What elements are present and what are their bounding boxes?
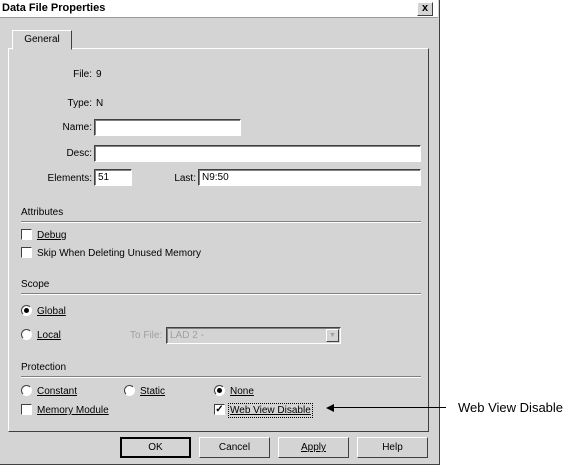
none-radio[interactable]: [214, 385, 225, 396]
title-bar[interactable]: Data File Properties x: [0, 0, 438, 18]
desc-input[interactable]: [94, 145, 421, 162]
protection-divider: [21, 376, 421, 378]
last-input[interactable]: [198, 169, 421, 186]
elements-input[interactable]: [94, 169, 132, 186]
debug-checkbox[interactable]: [21, 229, 32, 240]
apply-button[interactable]: Apply: [278, 437, 349, 458]
chevron-down-icon[interactable]: ▼: [326, 329, 339, 342]
scope-heading: Scope: [21, 279, 50, 290]
callout-label: Web View Disable: [458, 400, 564, 415]
tab-general[interactable]: General: [12, 30, 72, 50]
debug-label[interactable]: Debug: [37, 230, 66, 241]
web-view-disable-checkbox[interactable]: ✓: [214, 404, 225, 415]
name-input[interactable]: [94, 119, 241, 136]
type-label: Type:: [67, 98, 92, 109]
to-file-label: To File:: [130, 330, 163, 341]
help-button[interactable]: Help: [357, 437, 428, 458]
static-radio[interactable]: [124, 385, 135, 396]
scope-divider: [21, 293, 421, 295]
global-label[interactable]: Global: [37, 306, 66, 317]
name-label: Name:: [62, 122, 92, 133]
callout-arrow-icon: [326, 404, 334, 412]
ok-button[interactable]: OK: [120, 437, 191, 458]
memory-module-label[interactable]: Memory Module: [37, 405, 109, 416]
memory-module-checkbox[interactable]: [21, 404, 32, 415]
web-view-disable-label[interactable]: Web View Disable: [228, 403, 313, 418]
desc-label: Desc:: [66, 148, 92, 159]
to-file-dropdown[interactable]: LAD 2 - ▼: [166, 327, 341, 344]
global-radio[interactable]: [21, 305, 32, 316]
local-radio[interactable]: [21, 329, 32, 340]
attributes-heading: Attributes: [21, 207, 64, 218]
cancel-button[interactable]: Cancel: [199, 437, 270, 458]
callout-line: [330, 407, 446, 408]
local-label[interactable]: Local: [37, 330, 61, 341]
constant-label[interactable]: Constant: [37, 386, 77, 397]
last-label: Last:: [174, 173, 196, 184]
skip-unused-label[interactable]: Skip When Deleting Unused Memory: [37, 248, 201, 259]
to-file-value: LAD 2 -: [170, 330, 204, 341]
close-button[interactable]: x: [417, 2, 433, 16]
type-value: N: [96, 98, 104, 109]
data-file-properties-dialog: Data File Properties x General File: 9 T…: [0, 0, 440, 465]
none-label[interactable]: None: [230, 386, 254, 397]
attributes-divider: [21, 221, 421, 223]
protection-heading: Protection: [21, 362, 67, 373]
file-label: File:: [73, 69, 92, 80]
constant-radio[interactable]: [21, 385, 32, 396]
elements-label: Elements:: [47, 173, 92, 184]
window-title: Data File Properties: [2, 2, 106, 14]
file-value: 9: [96, 69, 102, 80]
skip-unused-checkbox[interactable]: [21, 247, 32, 258]
static-label[interactable]: Static: [140, 386, 165, 397]
